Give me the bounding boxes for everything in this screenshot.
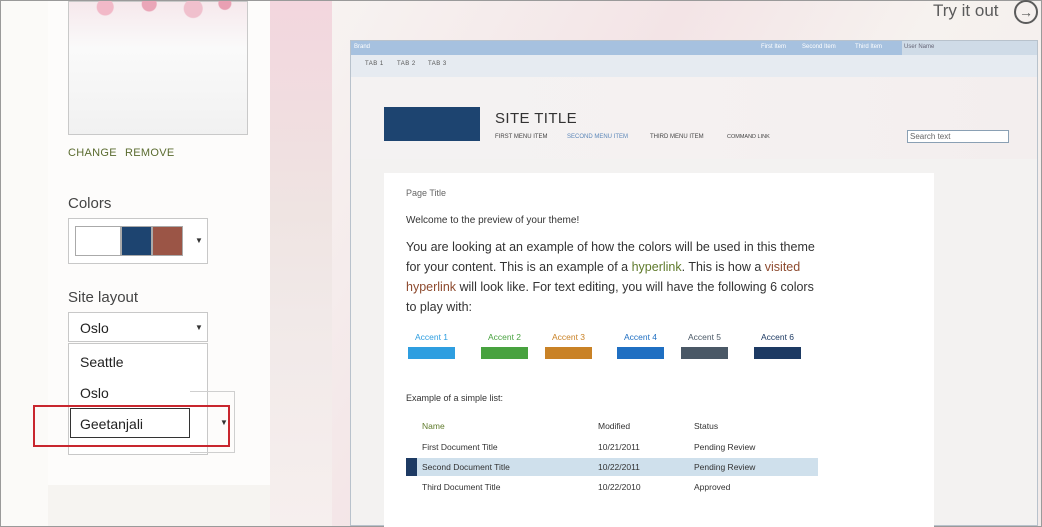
user-area: User Name — [902, 41, 1037, 55]
accent-swatch-6 — [754, 347, 801, 359]
tab-1[interactable]: TAB 1 — [365, 61, 384, 67]
tab-2[interactable]: TAB 2 — [397, 61, 416, 67]
column-header-status[interactable]: Status — [694, 421, 718, 431]
thumbnail-flowers — [70, 1, 246, 31]
accent-swatch-5 — [681, 347, 728, 359]
suite-link-third[interactable]: Third Item — [855, 44, 882, 50]
chevron-down-icon[interactable]: ▼ — [195, 323, 203, 332]
site-layout-label: Site layout — [68, 289, 139, 306]
remove-image-link[interactable]: REMOVE — [125, 147, 174, 159]
accent-label-2: Accent 2 — [487, 332, 522, 342]
cell-name: First Document Title — [422, 442, 498, 452]
site-layout-dropdown[interactable]: Oslo ▼ — [68, 312, 208, 342]
selected-row-marker — [406, 458, 417, 476]
menu-item-third[interactable]: THIRD MENU ITEM — [650, 134, 704, 140]
accent-label-6: Accent 6 — [760, 332, 795, 342]
site-logo — [384, 107, 480, 141]
site-layout-value: Oslo — [80, 320, 109, 336]
highlight-outline — [33, 405, 230, 447]
menu-item-second[interactable]: SECOND MENU ITEM — [567, 134, 628, 140]
colors-picker[interactable]: ▼ — [68, 218, 208, 264]
chevron-down-icon[interactable]: ▼ — [195, 236, 203, 245]
theme-preview: Brand First Item Second Item Third Item … — [350, 40, 1038, 527]
arrow-right-circle-icon[interactable]: → — [1014, 0, 1038, 24]
accent-swatch-1 — [408, 347, 455, 359]
background-blossom — [270, 1, 332, 526]
list-caption: Example of a simple list: — [406, 393, 504, 403]
cell-modified: 10/22/2011 — [598, 462, 640, 472]
table-row[interactable]: Second Document Title 10/22/2011 Pending R… — [406, 458, 818, 476]
column-header-modified[interactable]: Modified — [598, 421, 630, 431]
color-swatch-3 — [152, 226, 183, 256]
page-content: Page Title Welcome to the preview of you… — [384, 173, 934, 527]
color-swatch-2 — [121, 226, 152, 256]
cell-modified: 10/21/2011 — [598, 442, 640, 452]
brand-label: Brand — [354, 44, 371, 50]
tab-bar: TAB 1 TAB 2 TAB 3 — [351, 55, 1037, 77]
page-title: Page Title — [406, 188, 447, 198]
change-image-link[interactable]: CHANGE — [68, 147, 117, 159]
accent-label-4: Accent 4 — [623, 332, 658, 342]
body-text: You are looking at an example of how the… — [406, 237, 826, 317]
table-row[interactable]: First Document Title 10/21/2011 Pending Re… — [406, 438, 818, 456]
color-swatch-1 — [75, 226, 121, 256]
cell-modified: 10/22/2010 — [598, 482, 641, 492]
colors-label: Colors — [68, 195, 112, 212]
accent-swatch-2 — [481, 347, 528, 359]
suite-link-first[interactable]: First Item — [761, 44, 786, 50]
menu-item-first[interactable]: FIRST MENU ITEM — [495, 134, 548, 140]
body-text-part-3: will look like. For text editing, you wi… — [406, 280, 814, 314]
tab-3[interactable]: TAB 3 — [428, 61, 447, 67]
left-margin — [1, 1, 48, 526]
suite-bar: Brand First Item Second Item Third Item … — [351, 41, 1037, 55]
user-name[interactable]: User Name — [904, 44, 934, 50]
accent-swatch-4 — [617, 347, 664, 359]
site-title[interactable]: SITE TITLE — [495, 110, 577, 127]
command-link[interactable]: COMMAND LINK — [727, 134, 770, 140]
body-text-part-2: . This is how a — [681, 260, 765, 274]
column-header-name[interactable]: Name — [422, 421, 445, 431]
cell-status: Pending Review — [694, 462, 756, 472]
cell-status: Pending Review — [694, 442, 756, 452]
hyperlink-example[interactable]: hyperlink — [632, 260, 682, 274]
accent-label-1: Accent 1 — [414, 332, 449, 342]
welcome-text: Welcome to the preview of your theme! — [406, 215, 580, 226]
cell-name: Second Document Title — [422, 462, 510, 472]
cell-status: Approved — [694, 482, 731, 492]
try-it-out-link[interactable]: Try it out — [933, 1, 999, 21]
suite-link-second[interactable]: Second Item — [802, 44, 836, 50]
accent-label-5: Accent 5 — [687, 332, 722, 342]
site-header: SITE TITLE FIRST MENU ITEM SECOND MENU I… — [351, 77, 1037, 159]
cell-name: Third Document Title — [422, 482, 501, 492]
accent-label-3: Accent 3 — [551, 332, 586, 342]
accent-swatch-3 — [545, 347, 592, 359]
layout-option-oslo[interactable]: Oslo — [80, 385, 109, 401]
table-row[interactable]: Third Document Title 10/22/2010 Approved — [406, 478, 818, 496]
layout-option-seattle[interactable]: Seattle — [80, 354, 124, 370]
search-input[interactable]: Search text — [907, 130, 1009, 143]
